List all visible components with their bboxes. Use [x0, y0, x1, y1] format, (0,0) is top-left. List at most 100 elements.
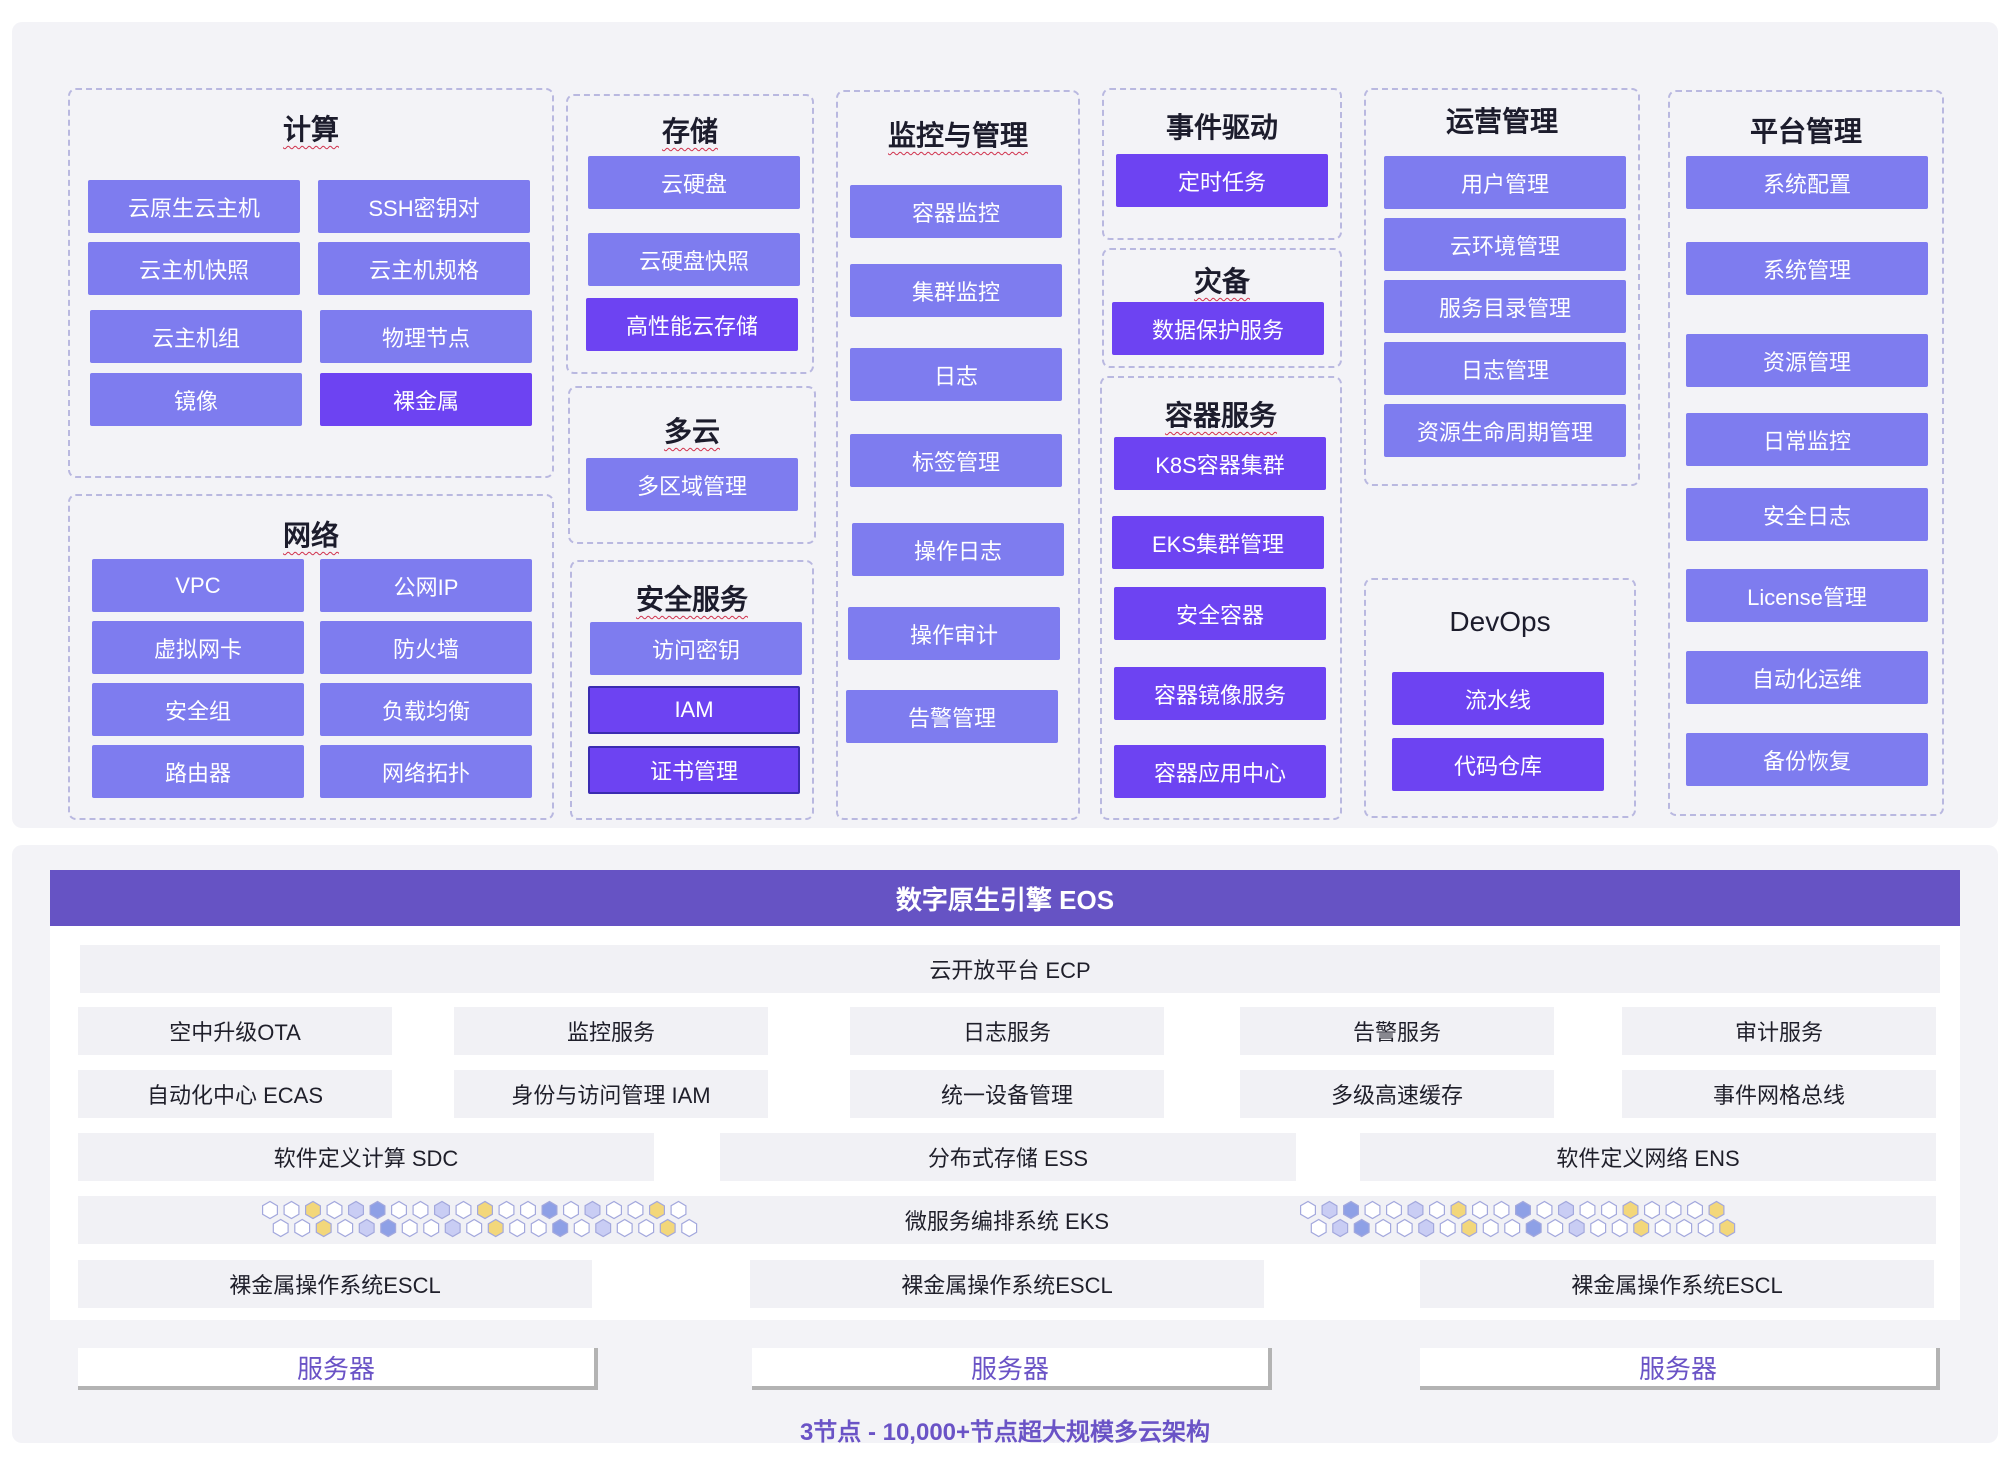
btn-security-group[interactable]: 安全组 [92, 683, 304, 736]
btn-cert-mgmt[interactable]: 证书管理 [588, 746, 800, 794]
btn-code-repo[interactable]: 代码仓库 [1392, 738, 1604, 791]
btn-container-registry[interactable]: 容器镜像服务 [1114, 667, 1326, 720]
hex-cell [1472, 1200, 1488, 1220]
row1-alarm-service: 告警服务 [1240, 1007, 1554, 1055]
hex-cell [444, 1218, 461, 1238]
btn-vm-flavor[interactable]: 云主机规格 [318, 242, 530, 295]
hex-cell [1396, 1218, 1413, 1238]
hex-cell [1676, 1218, 1693, 1238]
btn-container-app-center[interactable]: 容器应用中心 [1114, 745, 1326, 798]
hex-cell [1665, 1200, 1682, 1220]
hex-cell [477, 1200, 493, 1220]
hex-cell [498, 1200, 515, 1220]
hex-cell [1622, 1200, 1639, 1220]
hex-cell [262, 1200, 278, 1220]
hex-cell [681, 1218, 698, 1238]
hex-cell [1418, 1218, 1435, 1238]
hex-cell [1525, 1218, 1542, 1238]
hex-cell [1590, 1218, 1607, 1238]
btn-log-mgmt[interactable]: 日志管理 [1384, 342, 1626, 395]
btn-vpc[interactable]: VPC [92, 559, 304, 612]
btn-eks-cluster[interactable]: EKS集群管理 [1112, 516, 1324, 569]
hex-cell [1450, 1200, 1467, 1220]
server-1: 服务器 [78, 1348, 598, 1390]
hex-cell [584, 1200, 601, 1220]
row2-ecas: 自动化中心 ECAS [78, 1070, 392, 1118]
btn-resource-mgmt[interactable]: 资源管理 [1686, 334, 1928, 387]
btn-access-key[interactable]: 访问密钥 [590, 622, 802, 675]
btn-image[interactable]: 镜像 [90, 373, 302, 426]
hex-cell [1353, 1218, 1370, 1238]
btn-system-config[interactable]: 系统配置 [1686, 156, 1928, 209]
row3-ess: 分布式存储 ESS [720, 1133, 1296, 1181]
hex-cell [1321, 1200, 1338, 1220]
btn-firewall[interactable]: 防火墙 [320, 621, 532, 674]
group-monitor-title: 监控与管理 [887, 120, 1028, 151]
btn-license-mgmt[interactable]: License管理 [1686, 569, 1928, 622]
hex-cell [412, 1200, 429, 1220]
btn-physical-node[interactable]: 物理节点 [320, 310, 532, 363]
btn-system-mgmt[interactable]: 系统管理 [1686, 242, 1928, 295]
btn-cloud-env-mgmt[interactable]: 云环境管理 [1384, 218, 1626, 271]
group-ops-title: 运营管理 [1445, 106, 1558, 137]
btn-pipeline[interactable]: 流水线 [1392, 672, 1604, 725]
row1-log-service: 日志服务 [850, 1007, 1164, 1055]
server-3: 服务器 [1420, 1348, 1940, 1390]
hex-cell [369, 1200, 386, 1220]
group-event-title: 事件驱动 [1165, 112, 1278, 143]
hex-cell [509, 1218, 526, 1238]
btn-network-topology[interactable]: 网络拓扑 [320, 745, 532, 798]
btn-load-balancer[interactable]: 负载均衡 [320, 683, 532, 736]
btn-container-monitor[interactable]: 容器监控 [850, 185, 1062, 238]
btn-cloud-disk[interactable]: 云硬盘 [588, 156, 800, 209]
btn-disk-snapshot[interactable]: 云硬盘快照 [588, 233, 800, 286]
btn-vm-group[interactable]: 云主机组 [90, 310, 302, 363]
btn-router[interactable]: 路由器 [92, 745, 304, 798]
btn-k8s-cluster[interactable]: K8S容器集群 [1114, 437, 1326, 490]
btn-daily-monitor[interactable]: 日常监控 [1686, 413, 1928, 466]
hex-cell [1708, 1200, 1725, 1220]
btn-backup-restore[interactable]: 备份恢复 [1686, 733, 1928, 786]
btn-alarm-mgmt[interactable]: 告警管理 [846, 690, 1058, 743]
btn-bare-metal[interactable]: 裸金属 [320, 373, 532, 426]
btn-tag-mgmt[interactable]: 标签管理 [850, 434, 1062, 487]
hex-cell [627, 1200, 644, 1220]
hex-cell [1310, 1218, 1327, 1238]
btn-operation-audit[interactable]: 操作审计 [848, 607, 1060, 660]
btn-log[interactable]: 日志 [850, 348, 1062, 401]
hex-cell [1547, 1218, 1564, 1238]
hex-cell [294, 1218, 311, 1238]
btn-high-perf-storage[interactable]: 高性能云存储 [586, 298, 798, 351]
btn-security-log[interactable]: 安全日志 [1686, 488, 1928, 541]
btn-cluster-monitor[interactable]: 集群监控 [850, 264, 1062, 317]
btn-ssh-keypair[interactable]: SSH密钥对 [318, 180, 530, 233]
hex-cell [1375, 1218, 1392, 1238]
btn-scheduled-task[interactable]: 定时任务 [1116, 154, 1328, 207]
btn-vnic[interactable]: 虚拟网卡 [92, 621, 304, 674]
row5-escl-1: 裸金属操作系统ESCL [78, 1260, 592, 1308]
hex-cell [1300, 1200, 1316, 1220]
hex-cell [638, 1218, 655, 1238]
btn-multi-region[interactable]: 多区域管理 [586, 458, 798, 511]
group-security-title: 安全服务 [635, 584, 748, 615]
btn-auto-ops[interactable]: 自动化运维 [1686, 651, 1928, 704]
btn-user-mgmt[interactable]: 用户管理 [1384, 156, 1626, 209]
row5-escl-3: 裸金属操作系统ESCL [1420, 1260, 1934, 1308]
btn-public-ip[interactable]: 公网IP [320, 559, 532, 612]
hex-cell [1601, 1200, 1617, 1220]
group-dr-title: 灾备 [1193, 266, 1250, 297]
hex-cell [520, 1200, 536, 1220]
hex-cell [466, 1218, 483, 1238]
hex-cell [1697, 1218, 1714, 1238]
btn-secure-container[interactable]: 安全容器 [1114, 587, 1326, 640]
btn-operation-log[interactable]: 操作日志 [852, 523, 1064, 576]
btn-resource-lifecycle[interactable]: 资源生命周期管理 [1384, 404, 1626, 457]
btn-service-catalog[interactable]: 服务目录管理 [1384, 280, 1626, 333]
btn-cloud-native-vm[interactable]: 云原生云主机 [88, 180, 300, 233]
group-compute-title: 计算 [282, 114, 339, 145]
group-multicloud-title: 多云 [663, 416, 720, 447]
btn-vm-snapshot[interactable]: 云主机快照 [88, 242, 300, 295]
row5-escl-2: 裸金属操作系统ESCL [750, 1260, 1264, 1308]
btn-data-protection[interactable]: 数据保护服务 [1112, 302, 1324, 355]
btn-iam[interactable]: IAM [588, 686, 800, 734]
